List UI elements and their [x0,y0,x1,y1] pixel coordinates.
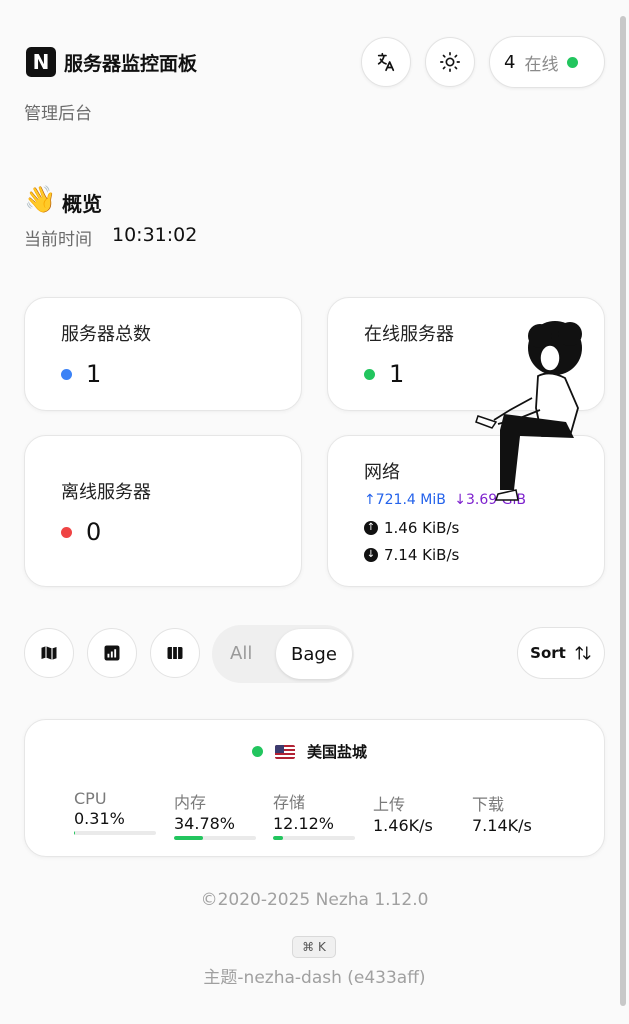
offline-servers-dot [61,526,72,538]
metric-memory: 内存 34.78% [174,789,256,840]
metric-cpu-label: CPU [74,789,107,808]
filter-bage-tab[interactable]: Bage [276,629,352,679]
online-servers-dot [364,368,375,380]
sun-icon [440,52,460,72]
overview-title: 概览 [62,192,102,216]
online-indicator-dot [567,56,579,68]
online-status-pill[interactable]: 4 在线 [489,36,605,88]
offline-servers-label: 离线服务器 [61,482,151,503]
current-time-value: 10:31:02 [112,224,198,246]
metric-upload: 上传 1.46K/s [373,791,433,835]
map-view-button[interactable] [24,628,74,678]
total-servers-value: 1 [86,360,102,388]
waving-hand-icon: 👋 [24,185,57,215]
sort-arrows-icon [575,646,591,660]
total-servers-label: 服务器总数 [61,324,151,345]
page-scrollbar[interactable] [620,16,626,1006]
metric-download: 下载 7.14K/s [472,791,532,835]
network-upload-speed: 1.46 KiB/s [384,519,460,537]
metric-cpu-value: 0.31% [74,809,125,828]
metric-storage-bar [273,836,355,840]
sort-label: Sort [530,644,566,662]
sort-button[interactable]: Sort [517,627,605,679]
offline-servers-value: 0 [86,518,102,546]
us-flag-icon [275,744,295,759]
command-palette-shortcut[interactable]: ⌘ K [292,936,336,958]
online-label: 在线 [524,54,559,75]
bar-chart-icon [104,645,120,661]
metric-upload-label: 上传 [373,795,406,814]
upload-arrow-icon: ↑ [364,521,378,535]
total-servers-card[interactable]: 服务器总数 1 [24,297,302,411]
server-online-dot [252,746,263,757]
total-servers-dot [61,368,72,380]
metric-memory-label: 内存 [174,793,207,812]
network-download-speed: 7.14 KiB/s [384,546,460,564]
offline-servers-card[interactable]: 离线服务器 0 [24,435,302,587]
metric-memory-bar [174,836,256,840]
metric-download-value: 7.14K/s [472,816,532,835]
columns-icon [167,647,183,659]
theme-toggle-button[interactable] [425,37,475,87]
server-name: 美国盐城 [307,743,368,761]
sitting-person-illustration [475,321,582,501]
metric-download-label: 下载 [472,795,505,814]
online-count: 4 [504,51,516,73]
current-time-label: 当前时间 [24,230,92,250]
map-icon [41,646,57,660]
metric-storage: 存储 12.12% [273,789,355,840]
app-title: 服务器监控面板 [64,53,198,75]
theme-info-text: 主题-nezha-dash (e433aff) [203,968,426,988]
grid-view-button[interactable] [150,628,200,678]
copyright-text: ©2020-2025 Nezha 1.12.0 [200,890,429,910]
metric-cpu: CPU 0.31% [74,789,156,835]
filter-all-tab[interactable]: All [230,643,252,664]
language-button[interactable] [361,37,411,87]
metric-upload-value: 1.46K/s [373,816,433,835]
admin-link[interactable]: 管理后台 [24,99,92,124]
chart-view-button[interactable] [87,628,137,678]
metric-storage-label: 存储 [273,793,306,812]
metric-storage-value: 12.12% [273,814,335,833]
metric-memory-value: 34.78% [174,814,236,833]
online-servers-value: 1 [389,360,405,388]
metric-cpu-bar [74,831,156,835]
network-total-upload: ↑721.4 MiB [364,492,446,508]
translate-icon [377,52,395,72]
app-logo: N [26,47,56,77]
download-arrow-icon: ↓ [364,548,378,562]
